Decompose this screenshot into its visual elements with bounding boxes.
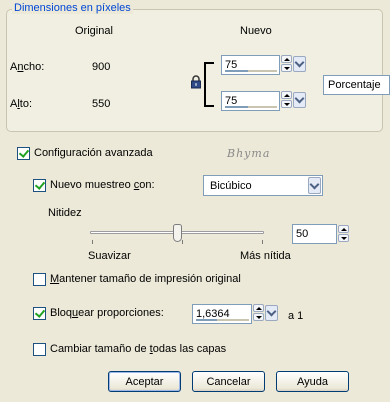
lock-ratio-checkbox[interactable] <box>33 307 46 320</box>
sharpness-min-label: Suavizar <box>88 250 131 262</box>
chevron-down-icon <box>294 57 305 68</box>
advanced-settings-checkbox[interactable] <box>17 147 30 160</box>
resample-method-dropdown-button[interactable] <box>308 177 321 194</box>
padlock-icon <box>190 75 202 89</box>
new-width-dropdown-button[interactable] <box>293 56 306 72</box>
ratio-dropdown-button[interactable] <box>265 305 278 321</box>
new-width-spinner[interactable] <box>281 55 292 72</box>
resample-method-value: Bicúbico <box>210 180 252 192</box>
chevron-down-icon <box>266 306 277 317</box>
slider-tick <box>262 240 263 244</box>
new-height-spinner[interactable] <box>281 91 292 108</box>
help-button[interactable]: Ayuda <box>276 371 349 392</box>
sharpness-max-label: Más nítida <box>240 250 291 262</box>
sharpness-label: Nitidez <box>48 207 82 219</box>
new-height-level-bar <box>225 106 277 108</box>
sharpness-slider-thumb[interactable] <box>173 224 182 242</box>
spin-up-icon[interactable] <box>253 304 264 312</box>
ratio-field[interactable] <box>192 304 252 324</box>
ratio-level-bar <box>196 319 249 321</box>
spin-down-icon[interactable] <box>338 234 349 242</box>
aspect-link-bracket <box>204 62 214 107</box>
slider-tick <box>92 240 93 244</box>
unit-select[interactable]: Porcentaje <box>323 75 390 95</box>
spin-up-icon[interactable] <box>338 225 349 233</box>
ratio-suffix: a 1 <box>288 310 304 322</box>
original-height-value: 550 <box>92 98 111 110</box>
cancel-button[interactable]: Cancelar <box>192 371 265 392</box>
watermark-logo: Bhyma <box>227 147 271 160</box>
keep-print-size-label: Mantener tamaño de impresión original <box>50 273 241 285</box>
pixel-dimensions-group <box>6 9 383 132</box>
resize-all-layers-checkbox[interactable] <box>33 343 46 356</box>
ratio-spinner[interactable] <box>253 304 264 321</box>
width-label: Ancho: <box>10 61 45 73</box>
sharpness-field[interactable] <box>292 224 337 244</box>
sharpness-spinner[interactable] <box>338 225 349 242</box>
original-width-value: 900 <box>92 61 111 73</box>
spin-down-icon[interactable] <box>281 64 292 72</box>
new-width-level-bar <box>225 70 277 72</box>
pixel-dimensions-title: Dimensiones en píxeles <box>12 2 133 14</box>
unit-select-value: Porcentaje <box>328 79 381 91</box>
resize-all-layers-label: Cambiar tamaño de todas las capas <box>50 343 227 355</box>
new-width-field[interactable] <box>221 55 280 75</box>
chevron-down-icon <box>294 93 305 104</box>
slider-tick <box>182 240 183 244</box>
advanced-settings-label: Configuración avanzada <box>34 147 153 159</box>
spin-up-icon[interactable] <box>281 91 292 99</box>
new-height-dropdown-button[interactable] <box>293 92 306 108</box>
ok-button[interactable]: Aceptar <box>108 371 181 392</box>
spin-up-icon[interactable] <box>281 55 292 63</box>
resample-checkbox[interactable] <box>33 179 46 192</box>
chevron-down-icon <box>309 179 320 189</box>
original-header: Original <box>75 25 113 37</box>
resample-label: Nuevo muestreo con: <box>50 179 155 191</box>
height-label: Alto: <box>10 98 33 110</box>
keep-print-size-checkbox[interactable] <box>33 273 46 286</box>
sharpness-input[interactable] <box>296 227 334 241</box>
lock-ratio-label: Bloquear proporciones: <box>50 307 164 319</box>
spin-down-icon[interactable] <box>253 313 264 321</box>
new-header: Nuevo <box>240 25 272 37</box>
new-height-field[interactable] <box>221 91 280 111</box>
spin-down-icon[interactable] <box>281 100 292 108</box>
resample-method-select[interactable]: Bicúbico <box>203 175 323 196</box>
